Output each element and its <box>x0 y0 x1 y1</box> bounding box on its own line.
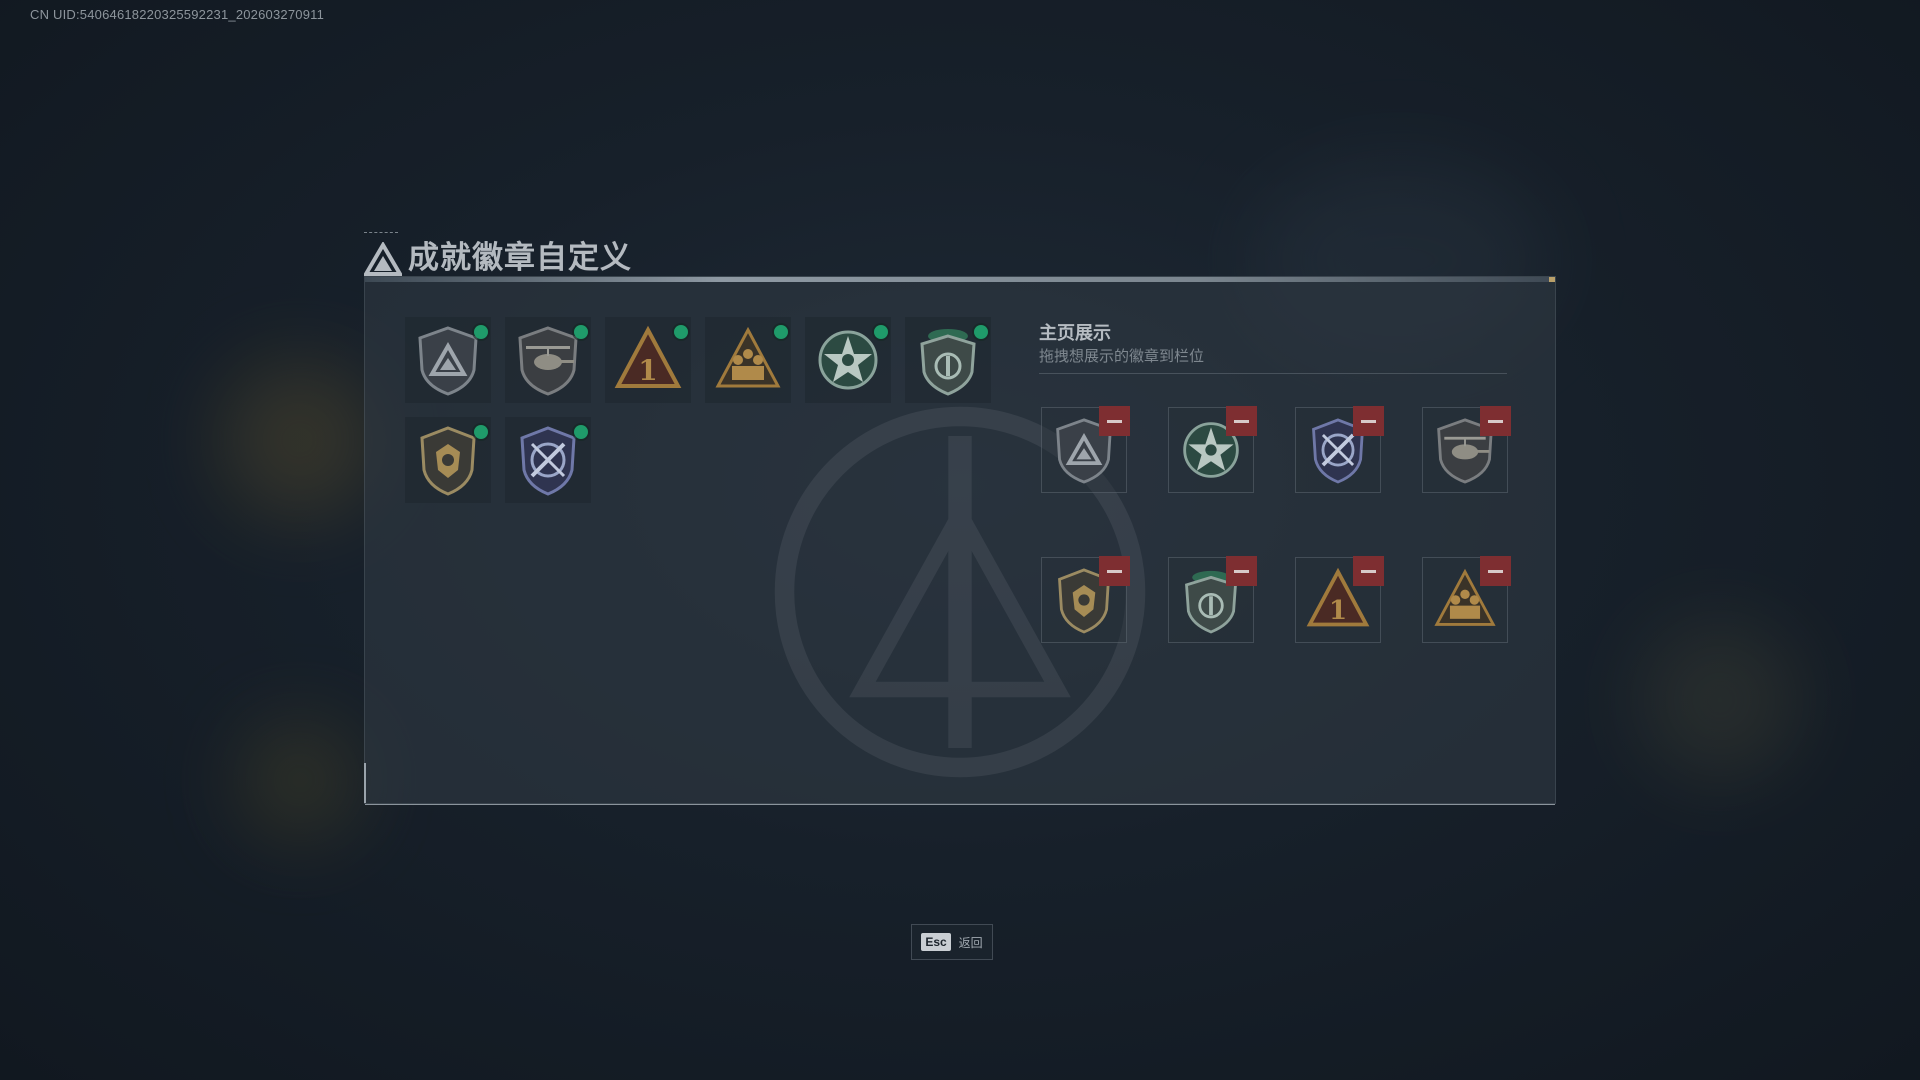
equipped-indicator <box>674 325 688 339</box>
display-badge-slot[interactable] <box>1041 556 1130 643</box>
background-glow <box>220 360 380 520</box>
display-badge-slot[interactable] <box>1041 406 1130 493</box>
owned-badge-slot[interactable]: 1 <box>605 317 691 403</box>
display-section-divider <box>1039 373 1507 374</box>
esc-key-hint: Esc <box>921 933 951 951</box>
display-badge-slot[interactable] <box>1168 406 1257 493</box>
svg-text:1: 1 <box>638 354 657 387</box>
equipped-indicator <box>974 325 988 339</box>
display-section-title: 主页展示 <box>1039 323 1111 343</box>
display-badge-slot[interactable] <box>1295 406 1384 493</box>
display-badge-slot[interactable] <box>1422 406 1511 493</box>
crossed-arrows-shield-badge-icon <box>520 426 576 496</box>
remove-badge-button[interactable] <box>1099 556 1130 586</box>
owned-badge-slot[interactable] <box>705 317 791 403</box>
owned-badge-slot[interactable] <box>505 417 591 503</box>
background-glow <box>1640 620 1800 780</box>
equipped-indicator <box>574 425 588 439</box>
panel-top-bar <box>365 277 1555 282</box>
equipped-indicator <box>574 325 588 339</box>
header-tick <box>364 232 398 235</box>
owned-badge-slot[interactable] <box>405 317 491 403</box>
remove-badge-button[interactable] <box>1226 556 1257 586</box>
lion-shield-badge-icon <box>420 426 476 496</box>
display-section-hint: 拖拽想展示的徽章到栏位 <box>1039 348 1205 365</box>
equipped-indicator <box>474 425 488 439</box>
green-beret-shield-badge-icon <box>920 329 976 396</box>
owned-badge-slot[interactable] <box>505 317 591 403</box>
green-star-badge-icon <box>818 330 878 390</box>
display-badge-slot[interactable]: 1 <box>1295 556 1384 643</box>
remove-badge-button[interactable] <box>1353 556 1384 586</box>
back-label: 返回 <box>958 935 983 950</box>
equipped-indicator <box>774 325 788 339</box>
equipped-indicator <box>874 325 888 339</box>
remove-badge-button[interactable] <box>1226 406 1257 436</box>
back-button[interactable]: Esc 返回 <box>911 924 993 960</box>
owned-badge-slot[interactable] <box>805 317 891 403</box>
display-badge-slot[interactable] <box>1168 556 1257 643</box>
squad-triangle-badge-icon <box>715 326 781 388</box>
helicopter-shield-badge-icon <box>518 326 578 396</box>
badge-customization-panel: 1 主页展示 拖拽想展示的徽章到栏位 1 <box>364 276 1556 805</box>
page-title: 成就徽章自定义 <box>408 240 632 275</box>
panel-left-accent <box>364 763 366 803</box>
display-badge-slot[interactable] <box>1422 556 1511 643</box>
owned-badge-slot[interactable] <box>905 317 991 403</box>
number-one-triangle-badge-icon: 1 <box>614 325 682 388</box>
remove-badge-button[interactable] <box>1480 556 1511 586</box>
equipped-indicator <box>474 325 488 339</box>
remove-badge-button[interactable] <box>1353 406 1384 436</box>
triangle-logo-icon <box>364 241 402 276</box>
remove-badge-button[interactable] <box>1099 406 1130 436</box>
panel-bottom-line <box>365 804 1555 805</box>
remove-badge-button[interactable] <box>1480 406 1511 436</box>
page-header: 成就徽章自定义 <box>364 232 632 277</box>
background-glow <box>240 720 360 840</box>
owned-badge-slot[interactable] <box>405 417 491 503</box>
player-uid-text: CN UID:5406461822032559223​1_20260327091… <box>30 7 325 22</box>
svg-text:1: 1 <box>1329 595 1347 626</box>
triangle-shield-badge-icon <box>418 326 478 396</box>
